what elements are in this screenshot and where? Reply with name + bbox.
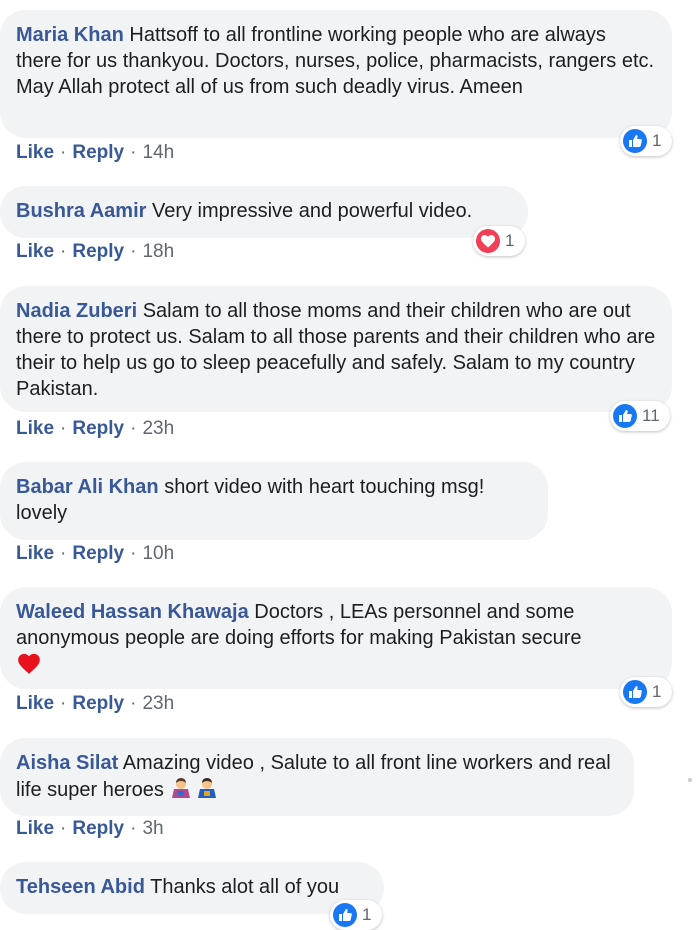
comment-author[interactable]: Bushra Aamir — [16, 200, 146, 222]
comment-bubble: Aisha Silat Amazing video , Salute to al… — [0, 738, 634, 816]
reply-link[interactable]: Reply — [72, 543, 124, 564]
separator: · — [130, 142, 137, 163]
reaction-count-badge[interactable]: 1 — [473, 226, 525, 256]
reaction-count: 11 — [642, 406, 660, 425]
like-link[interactable]: Like — [16, 142, 54, 163]
comment-actions: Like · Reply · 18h — [16, 241, 174, 263]
like-link[interactable]: Like — [16, 241, 54, 262]
separator: · — [60, 142, 67, 163]
timestamp[interactable]: 3h — [142, 818, 163, 839]
reaction-count-badge[interactable]: 1 — [620, 677, 672, 707]
comment-author[interactable]: Waleed Hassan Khawaja — [16, 601, 249, 623]
like-reaction-icon — [333, 903, 357, 927]
comment-bubble: Tehseen Abid Thanks alot all of you — [0, 862, 384, 914]
comment-author[interactable]: Tehseen Abid — [16, 876, 145, 898]
separator: · — [60, 693, 67, 714]
timestamp[interactable]: 10h — [142, 543, 174, 564]
timestamp[interactable]: 18h — [142, 241, 174, 262]
reaction-count-badge[interactable]: 1 — [620, 126, 672, 156]
reply-link[interactable]: Reply — [72, 418, 124, 439]
like-reaction-icon — [623, 680, 647, 704]
reply-link[interactable]: Reply — [72, 142, 124, 163]
like-link[interactable]: Like — [16, 543, 54, 564]
separator: · — [130, 543, 137, 564]
reaction-count: 1 — [505, 231, 515, 250]
reaction-count-badge[interactable]: 11 — [610, 401, 670, 431]
timestamp[interactable]: 14h — [142, 142, 174, 163]
scroll-indicator-dot — [688, 778, 692, 782]
separator: · — [60, 543, 67, 564]
comment-bubble: Waleed Hassan Khawaja Doctors , LEAs per… — [0, 587, 672, 689]
reply-link[interactable]: Reply — [72, 693, 124, 714]
reply-link[interactable]: Reply — [72, 241, 124, 262]
comment-actions: Like · Reply · 23h — [16, 418, 174, 440]
comment-actions: Like · Reply · 14h — [16, 142, 174, 164]
like-link[interactable]: Like — [16, 418, 54, 439]
reaction-count: 1 — [652, 682, 662, 701]
reaction-count: 1 — [652, 131, 662, 150]
comment-bubble: Nadia Zuberi Salam to all those moms and… — [0, 286, 672, 412]
comment-text: Very impressive and powerful video. — [151, 200, 473, 222]
separator: · — [130, 693, 137, 714]
reply-link[interactable]: Reply — [72, 818, 124, 839]
separator: · — [130, 418, 137, 439]
comment-author[interactable]: Maria Khan — [16, 24, 124, 46]
separator: · — [130, 241, 137, 262]
like-reaction-icon — [613, 404, 637, 428]
comment-actions: Like · Reply · 3h — [16, 818, 164, 840]
comment-bubble: Babar Ali Khan short video with heart to… — [0, 462, 548, 540]
reaction-count-badge[interactable]: 1 — [330, 900, 382, 930]
comment-author[interactable]: Aisha Silat — [16, 752, 118, 774]
comment-author[interactable]: Babar Ali Khan — [16, 476, 159, 498]
reaction-count: 1 — [362, 905, 372, 924]
timestamp[interactable]: 23h — [142, 418, 174, 439]
separator: · — [60, 818, 67, 839]
like-link[interactable]: Like — [16, 818, 54, 839]
separator: · — [60, 241, 67, 262]
comment-actions: Like · Reply · 23h — [16, 693, 174, 715]
like-reaction-icon — [623, 129, 647, 153]
comment-actions: Like · Reply · 10h — [16, 543, 174, 565]
like-link[interactable]: Like — [16, 693, 54, 714]
love-reaction-icon — [476, 229, 500, 253]
heart-emoji — [18, 653, 40, 674]
comment-author[interactable]: Nadia Zuberi — [16, 300, 137, 322]
comment-bubble: Bushra Aamir Very impressive and powerfu… — [0, 186, 528, 238]
comment-text: Thanks alot all of you — [150, 876, 340, 898]
timestamp[interactable]: 23h — [142, 693, 174, 714]
separator: · — [60, 418, 67, 439]
separator: · — [130, 818, 137, 839]
superhero-emoji — [198, 778, 217, 798]
superhero-emoji — [172, 778, 191, 798]
comment-bubble: Maria Khan Hattsoff to all frontline wor… — [0, 10, 672, 138]
